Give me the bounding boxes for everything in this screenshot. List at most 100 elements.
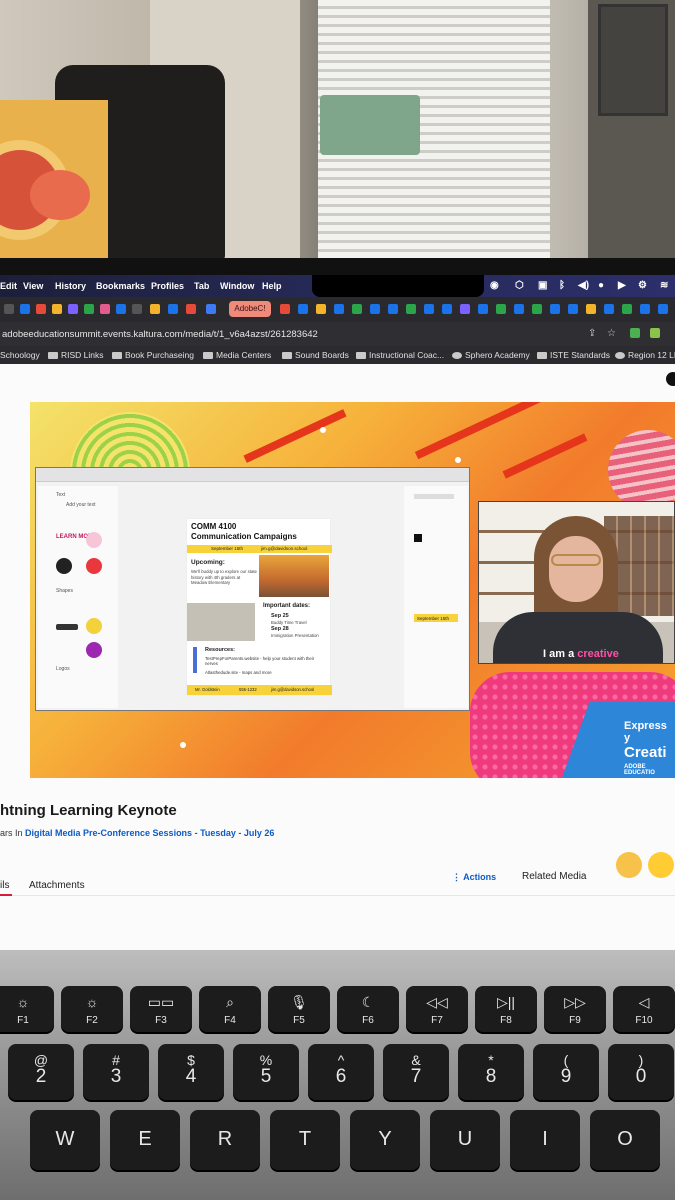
video-player[interactable]: Text Add your text LEARN MORE Shapes Log… bbox=[30, 402, 675, 778]
tab-icon[interactable] bbox=[514, 304, 524, 314]
star-icon[interactable]: ☆ bbox=[607, 328, 616, 339]
tab-icon[interactable] bbox=[496, 304, 506, 314]
tab-icon[interactable] bbox=[406, 304, 416, 314]
bookmark-item[interactable]: Region 12 LM bbox=[615, 350, 675, 360]
bookmark-item[interactable]: Sphero Academy bbox=[452, 350, 530, 360]
key-4[interactable]: $4 bbox=[158, 1044, 224, 1100]
menu-window[interactable]: Window bbox=[220, 281, 254, 291]
tab-icon[interactable] bbox=[298, 304, 308, 314]
bluetooth-icon[interactable]: ᛒ bbox=[559, 280, 565, 291]
tab-icon[interactable] bbox=[84, 304, 94, 314]
tab-details[interactable]: ils bbox=[0, 880, 9, 891]
bookmark-folder[interactable]: Book Purchaseing bbox=[112, 350, 194, 360]
screen-icon[interactable]: ▣ bbox=[538, 280, 547, 291]
tab-icon[interactable] bbox=[168, 304, 178, 314]
key-w[interactable]: W bbox=[30, 1110, 100, 1170]
related-media-tab[interactable]: Related Media bbox=[522, 871, 586, 882]
dropbox-icon[interactable]: ⬡ bbox=[515, 280, 524, 291]
settings-icon[interactable]: ⚙ bbox=[638, 280, 647, 291]
category-link[interactable]: Digital Media Pre-Conference Sessions - … bbox=[25, 828, 274, 838]
key-2[interactable]: @2 bbox=[8, 1044, 74, 1100]
bookmark-folder[interactable]: Instructional Coac... bbox=[356, 350, 444, 360]
tab-icon[interactable] bbox=[622, 304, 632, 314]
key-t[interactable]: T bbox=[270, 1110, 340, 1170]
tab-icon[interactable] bbox=[640, 304, 650, 314]
menu-tab[interactable]: Tab bbox=[194, 281, 209, 291]
key-f9[interactable]: ▷▷ F9 bbox=[544, 986, 606, 1032]
tab-icon[interactable] bbox=[442, 304, 452, 314]
tab-icon[interactable] bbox=[658, 304, 668, 314]
key-r[interactable]: R bbox=[190, 1110, 260, 1170]
key-f1[interactable]: ☼ F1 bbox=[0, 986, 54, 1032]
bookmark-folder[interactable]: RISD Links bbox=[48, 350, 104, 360]
tab-icon[interactable] bbox=[370, 304, 380, 314]
menu-history[interactable]: History bbox=[55, 281, 86, 291]
address-bar[interactable]: adobeeducationsummit.events.kaltura.com/… bbox=[0, 322, 675, 346]
key-6[interactable]: ^ 6 bbox=[308, 1044, 374, 1100]
key-8[interactable]: * 8 bbox=[458, 1044, 524, 1100]
bookmark-folder[interactable]: ISTE Standards bbox=[537, 350, 610, 360]
tab-icon[interactable] bbox=[388, 304, 398, 314]
tab-icon[interactable] bbox=[532, 304, 542, 314]
drive-icon[interactable] bbox=[52, 304, 62, 314]
key-f8[interactable]: ▷|| F8 bbox=[475, 986, 537, 1032]
key-7[interactable]: & 7 bbox=[383, 1044, 449, 1100]
bookmark-folder[interactable]: Media Centers bbox=[203, 350, 271, 360]
key-o[interactable]: O bbox=[590, 1110, 660, 1170]
key-f3[interactable]: ▭▭ F3 bbox=[130, 986, 192, 1032]
key-9[interactable]: (9 bbox=[533, 1044, 599, 1100]
tab-icon[interactable] bbox=[4, 304, 14, 314]
key-i[interactable]: I bbox=[510, 1110, 580, 1170]
user-icon[interactable]: ● bbox=[598, 280, 604, 291]
extension-icon[interactable] bbox=[630, 328, 640, 338]
tab-attachments[interactable]: Attachments bbox=[29, 880, 85, 891]
tab-icon[interactable] bbox=[568, 304, 578, 314]
tab-icon[interactable] bbox=[550, 304, 560, 314]
tab-icon[interactable] bbox=[68, 304, 78, 314]
share-icon[interactable]: ⇪ bbox=[588, 328, 596, 339]
key-e[interactable]: E bbox=[110, 1110, 180, 1170]
tab-icon[interactable] bbox=[116, 304, 126, 314]
tab-icon[interactable] bbox=[352, 304, 362, 314]
key-y[interactable]: Y bbox=[350, 1110, 420, 1170]
menu-edit[interactable]: Edit bbox=[0, 281, 17, 291]
key-f10[interactable]: ◁ F10 bbox=[613, 986, 675, 1032]
wifi-icon[interactable]: ≋ bbox=[660, 280, 668, 291]
tab-icon[interactable] bbox=[206, 304, 216, 314]
tab-icon[interactable] bbox=[100, 304, 110, 314]
tab-icon[interactable] bbox=[478, 304, 488, 314]
wave-emoji-icon[interactable] bbox=[616, 852, 642, 878]
menu-view[interactable]: View bbox=[23, 281, 43, 291]
tab-icon[interactable] bbox=[280, 304, 290, 314]
tab-icon[interactable] bbox=[604, 304, 614, 314]
key-f7[interactable]: ◁◁ F7 bbox=[406, 986, 468, 1032]
key-f6[interactable]: ☾ F6 bbox=[337, 986, 399, 1032]
key-f4[interactable]: ⌕ F4 bbox=[199, 986, 261, 1032]
tab-icon[interactable] bbox=[316, 304, 326, 314]
actions-button[interactable]: ⋮ Actions bbox=[452, 872, 496, 883]
menu-bookmarks[interactable]: Bookmarks bbox=[96, 281, 145, 291]
bookmark-item[interactable]: Schoology bbox=[0, 350, 40, 360]
tab-icon[interactable] bbox=[460, 304, 470, 314]
key-f2[interactable]: ☼ F2 bbox=[61, 986, 123, 1032]
tab-icon[interactable] bbox=[150, 304, 160, 314]
key-0[interactable]: ) 0 bbox=[608, 1044, 674, 1100]
cc-icon[interactable]: ◉ bbox=[490, 280, 499, 291]
menu-help[interactable]: Help bbox=[262, 281, 282, 291]
volume-icon[interactable]: ◀) bbox=[578, 280, 589, 291]
laugh-emoji-icon[interactable] bbox=[648, 852, 674, 878]
key-f5[interactable]: 🎙 F5 bbox=[268, 986, 330, 1032]
tab-adobe-active[interactable]: AdobeC! bbox=[229, 301, 271, 317]
menu-profiles[interactable]: Profiles bbox=[151, 281, 184, 291]
tab-icon[interactable] bbox=[36, 304, 46, 314]
tab-icon[interactable] bbox=[186, 304, 196, 314]
url-text[interactable]: adobeeducationsummit.events.kaltura.com/… bbox=[2, 329, 318, 340]
tab-icon[interactable] bbox=[424, 304, 434, 314]
bookmark-folder[interactable]: Sound Boards bbox=[282, 350, 349, 360]
tab-icon[interactable] bbox=[586, 304, 596, 314]
extension-icon[interactable] bbox=[650, 328, 660, 338]
key-5[interactable]: % 5 bbox=[233, 1044, 299, 1100]
key-u[interactable]: U bbox=[430, 1110, 500, 1170]
tab-icon[interactable] bbox=[334, 304, 344, 314]
tab-icon[interactable] bbox=[20, 304, 30, 314]
